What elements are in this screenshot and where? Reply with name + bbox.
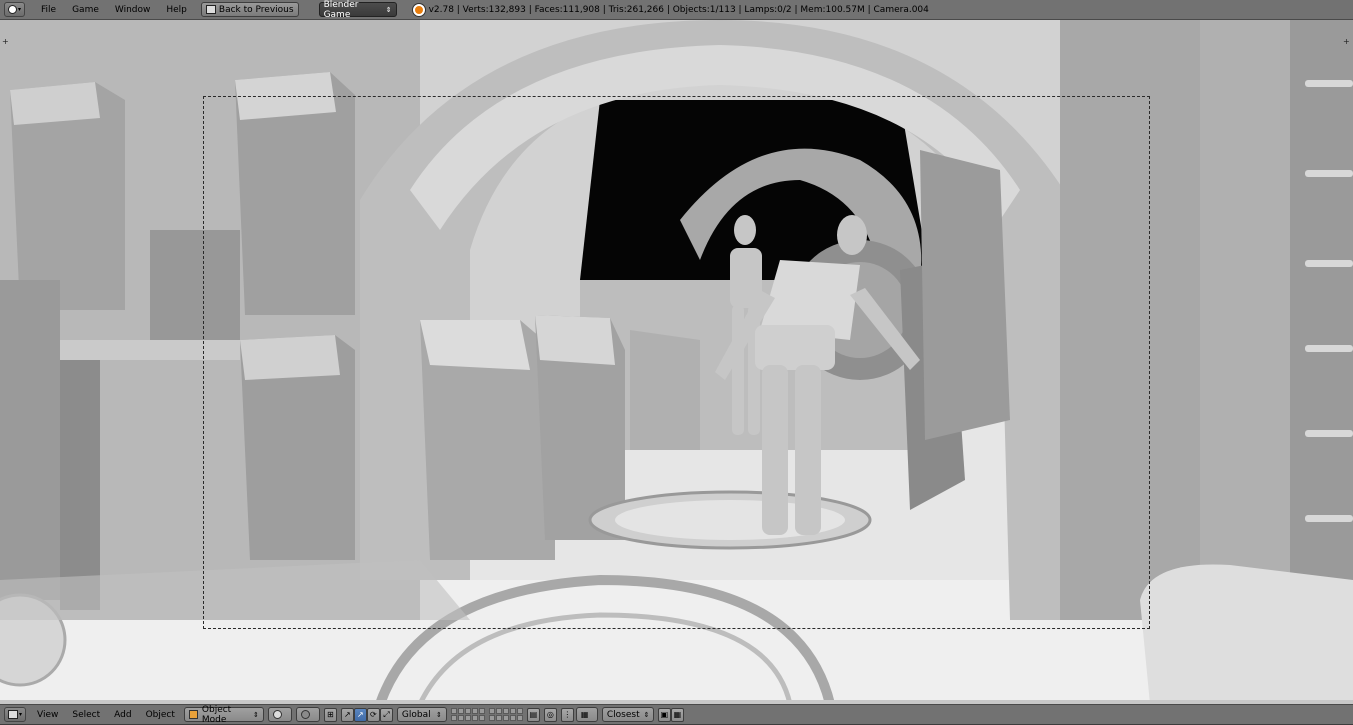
menu-view[interactable]: View [30,710,65,720]
lock-layers-icon[interactable]: ▤ [526,707,540,722]
blender-logo-icon [412,3,425,16]
updown-arrows-icon: ⇕ [643,710,650,719]
rotate-manipulator-icon[interactable]: ⟳ [366,707,380,722]
object-mode-icon [188,710,198,719]
menu-file[interactable]: File [33,0,64,20]
scene-stats: v2.78 | Verts:132,893 | Faces:111,908 | … [412,3,929,16]
3d-viewport[interactable]: + + [0,20,1353,704]
layer-buttons-a[interactable] [450,708,485,721]
3d-view-cube-icon [8,710,18,719]
solid-shading-icon [272,710,282,719]
back-to-previous-button[interactable]: Back to Previous [200,2,299,17]
snap-grid-icon: ▦ [580,710,589,719]
manipulator-buttons: ↗ ↗ ⟳ ⤢ [340,707,393,722]
chevron-icon: ▾ [18,6,22,13]
back-to-previous-label: Back to Previous [218,4,294,15]
render-engine-value: Blender Game [323,0,359,20]
menu-add[interactable]: Add [107,710,138,720]
interaction-mode-select[interactable]: Object Mode ⇕ [183,704,264,725]
chevron-icon: ▾ [19,711,23,718]
proportional-edit-icon[interactable]: ◎ [543,707,557,722]
layer-buttons-b[interactable] [488,708,523,721]
menu-help[interactable]: Help [158,0,195,20]
manipulator-toggle[interactable]: ⊞ [323,707,337,722]
pivot-icon [300,710,310,719]
back-icon [205,5,216,14]
snap-element-select[interactable]: ▦ [575,707,598,722]
transform-orientation-select[interactable]: Global ⇕ [396,707,447,722]
menu-window[interactable]: Window [107,0,159,20]
translate-manipulator-icon[interactable]: ↗ [353,707,367,722]
transform-orientation-value: Global [401,709,431,720]
region-expand-top-right[interactable]: + [1343,38,1351,46]
updown-arrows-icon: ⇕ [253,710,259,719]
render-engine-select[interactable]: Blender Game ⇕ [318,0,397,20]
editor-type-button[interactable]: ▾ [4,2,26,17]
region-expand-top-left[interactable]: + [2,38,10,46]
snap-target-select[interactable]: Closest ⇕ [601,707,654,722]
render-animation-icon[interactable]: ▦ [670,707,684,722]
interaction-mode-value: Object Mode [201,704,232,725]
updown-arrows-icon: ⇕ [436,710,442,719]
3d-view-icon[interactable]: ▾ [4,707,27,722]
menu-game[interactable]: Game [64,0,107,20]
updown-arrows-icon: ⇕ [385,5,392,14]
pivot-point-select[interactable] [295,707,320,722]
3d-view-header: ▾ View Select Add Object Object Mode ⇕ ⊞… [0,704,1353,725]
viewport-shading-select[interactable] [267,707,292,722]
snap-toggle-icon[interactable]: ⋮ [560,707,574,722]
menu-select[interactable]: Select [65,710,107,720]
info-header: ▾ File Game Window Help Back to Previous… [0,0,1353,20]
move-manipulator-icon[interactable]: ↗ [340,707,354,722]
snap-target-value: Closest [606,709,640,720]
render-icon[interactable]: ▣ [657,707,671,722]
scene-stats-text: v2.78 | Verts:132,893 | Faces:111,908 | … [428,4,929,15]
menu-object[interactable]: Object [139,710,182,720]
info-editor-icon [8,5,17,14]
scale-manipulator-icon[interactable]: ⤢ [379,707,393,722]
camera-frame [203,96,1150,629]
